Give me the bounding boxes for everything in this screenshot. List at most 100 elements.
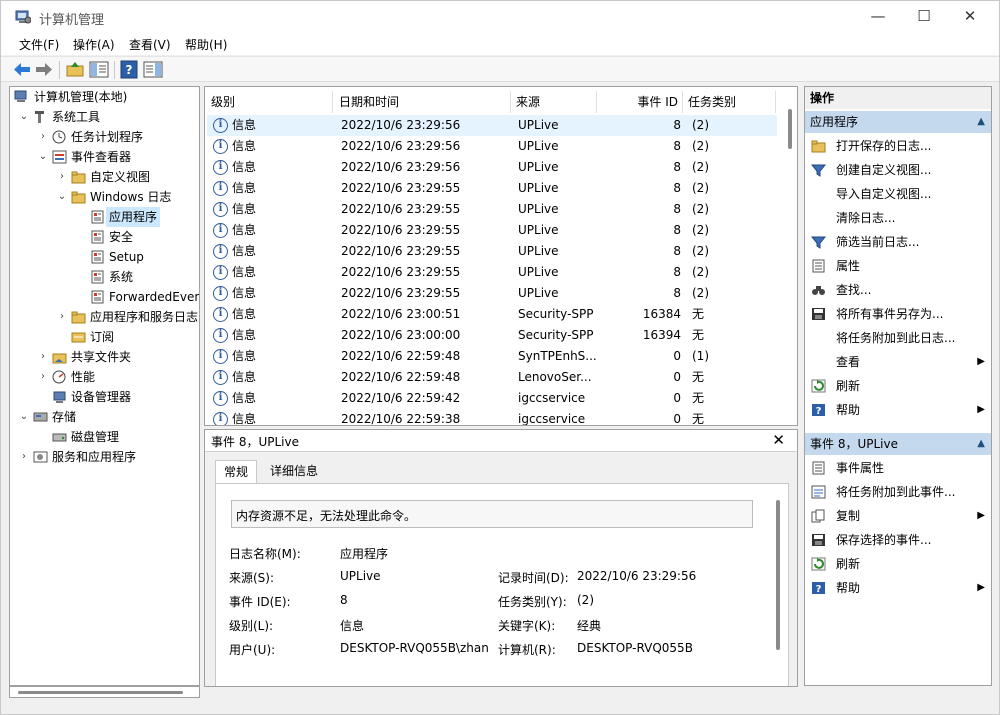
- info-icon: i: [213, 349, 228, 364]
- tab-general[interactable]: 常规: [215, 460, 258, 484]
- row-event-id: 8: [673, 265, 681, 279]
- action-item[interactable]: 复制 ▶: [805, 504, 991, 528]
- table-row[interactable]: i 信息 2022/10/6 23:29:55 UPLive 8 (2): [207, 199, 777, 220]
- actions-group-event[interactable]: 事件 8，UPLive ▲: [805, 433, 991, 455]
- show-hide-action-pane-icon[interactable]: [143, 60, 163, 79]
- table-row[interactable]: i 信息 2022/10/6 22:59:48 SynTPEnhS... 0 (1): [207, 346, 777, 367]
- action-item[interactable]: 查看 ▶: [805, 350, 991, 374]
- action-item[interactable]: ? 帮助 ▶: [805, 576, 991, 600]
- table-row[interactable]: i 信息 2022/10/6 22:59:42 igccservice 0 无: [207, 388, 777, 409]
- properties-icon: [812, 461, 825, 475]
- tree-expander-icon[interactable]: ›: [56, 167, 68, 187]
- tree-expander-icon[interactable]: ⌄: [56, 187, 68, 207]
- table-row[interactable]: i 信息 2022/10/6 23:29:56 UPLive 8 (2): [207, 115, 777, 136]
- toolbar-separator: [114, 61, 115, 79]
- event-list-scrollbar[interactable]: [783, 87, 797, 425]
- action-item[interactable]: 将任务附加到此事件...: [805, 480, 991, 504]
- tree-expander-icon[interactable]: ›: [37, 127, 49, 147]
- action-item[interactable]: 清除日志...: [805, 206, 991, 230]
- action-item[interactable]: 查找...: [805, 278, 991, 302]
- keywords-value: 经典: [577, 619, 602, 633]
- menu-help[interactable]: 帮助(H): [185, 36, 227, 53]
- action-item[interactable]: 打开保存的日志...: [805, 134, 991, 158]
- help-icon[interactable]: ?: [119, 60, 139, 79]
- action-item[interactable]: 保存选择的事件...: [805, 528, 991, 552]
- action-item[interactable]: ? 帮助 ▶: [805, 398, 991, 422]
- tab-details[interactable]: 详细信息: [262, 460, 326, 484]
- row-datetime: 2022/10/6 23:29:55: [341, 202, 461, 216]
- table-row[interactable]: i 信息 2022/10/6 23:00:00 Security-SPP 16394 无: [207, 325, 777, 346]
- collapse-icon[interactable]: ▲: [977, 433, 985, 455]
- menu-view[interactable]: 查看(V): [129, 36, 171, 53]
- detail-scrollbar[interactable]: [776, 500, 780, 650]
- tree-expander-icon[interactable]: ›: [37, 367, 49, 387]
- action-item[interactable]: 刷新: [805, 374, 991, 398]
- tree-expander-icon[interactable]: ⌄: [18, 407, 30, 427]
- save-icon: [812, 534, 825, 546]
- filter-icon: [811, 164, 826, 177]
- show-hide-console-tree-icon[interactable]: [89, 60, 109, 79]
- action-item[interactable]: 导入自定义视图...: [805, 182, 991, 206]
- info-icon: i: [213, 286, 228, 301]
- back-arrow-icon[interactable]: [12, 60, 32, 79]
- actions-group-application[interactable]: 应用程序 ▲: [805, 111, 991, 133]
- action-item[interactable]: 筛选当前日志...: [805, 230, 991, 254]
- column-event-id[interactable]: 事件 ID: [598, 91, 683, 113]
- action-item-label: 打开保存的日志...: [836, 139, 932, 153]
- collapse-icon[interactable]: ▲: [977, 111, 985, 133]
- tree-horizontal-scrollbar[interactable]: [9, 686, 200, 698]
- table-row[interactable]: i 信息 2022/10/6 23:29:55 UPLive 8 (2): [207, 283, 777, 304]
- action-item[interactable]: 刷新: [805, 552, 991, 576]
- row-level: 信息: [232, 118, 257, 132]
- action-item-label: 创建自定义视图...: [836, 163, 932, 177]
- close-button[interactable]: ✕: [947, 1, 993, 33]
- tree-expander-icon[interactable]: ⌄: [18, 107, 30, 127]
- tree-expander-icon[interactable]: ›: [18, 447, 30, 467]
- row-datetime: 2022/10/6 22:59:38: [341, 412, 461, 426]
- column-source[interactable]: 来源: [512, 91, 597, 113]
- tree-item-label: Windows 日志: [90, 190, 172, 204]
- row-source: UPLive: [518, 118, 559, 132]
- svg-text:?: ?: [126, 63, 133, 77]
- row-datetime: 2022/10/6 23:29:55: [341, 244, 461, 258]
- tree-expander-icon[interactable]: ›: [37, 347, 49, 367]
- action-item[interactable]: 创建自定义视图...: [805, 158, 991, 182]
- row-event-id: 8: [673, 181, 681, 195]
- maximize-button[interactable]: ☐: [901, 1, 947, 33]
- table-row[interactable]: i 信息 2022/10/6 23:29:56 UPLive 8 (2): [207, 157, 777, 178]
- table-row[interactable]: i 信息 2022/10/6 22:59:38 igccservice 0 无: [207, 409, 777, 426]
- row-datetime: 2022/10/6 23:00:51: [341, 307, 461, 321]
- menu-file[interactable]: 文件(F): [19, 36, 59, 53]
- tree-expander-icon[interactable]: ›: [56, 307, 68, 327]
- column-level[interactable]: 级别: [207, 91, 333, 113]
- column-datetime[interactable]: 日期和时间: [335, 91, 511, 113]
- row-task-category: (2): [692, 265, 709, 279]
- detail-title-bar: 事件 8，UPLive ✕: [205, 430, 797, 452]
- minimize-button[interactable]: —: [855, 1, 901, 33]
- user-label: 用户(U):: [229, 643, 276, 657]
- table-row[interactable]: i 信息 2022/10/6 23:29:55 UPLive 8 (2): [207, 178, 777, 199]
- row-task-category: 无: [692, 328, 705, 342]
- action-item[interactable]: 将所有事件另存为...: [805, 302, 991, 326]
- actions-header: 操作: [805, 87, 991, 109]
- folder-open-icon: [811, 140, 826, 153]
- action-item[interactable]: 事件属性: [805, 456, 991, 480]
- action-item-label: 复制: [836, 509, 861, 523]
- forward-arrow-icon[interactable]: [34, 60, 54, 79]
- column-task-category[interactable]: 任务类别: [684, 91, 776, 113]
- table-row[interactable]: i 信息 2022/10/6 23:29:55 UPLive 8 (2): [207, 220, 777, 241]
- table-row[interactable]: i 信息 2022/10/6 23:00:51 Security-SPP 16384 无: [207, 304, 777, 325]
- action-item[interactable]: 属性: [805, 254, 991, 278]
- table-row[interactable]: i 信息 2022/10/6 23:29:56 UPLive 8 (2): [207, 136, 777, 157]
- table-row[interactable]: i 信息 2022/10/6 22:59:48 LenovoSer... 0 无: [207, 367, 777, 388]
- up-folder-icon[interactable]: [65, 60, 85, 79]
- title-bar: 计算机管理 — ☐ ✕: [1, 1, 999, 33]
- menu-action[interactable]: 操作(A): [73, 36, 115, 53]
- table-row[interactable]: i 信息 2022/10/6 23:29:55 UPLive 8 (2): [207, 262, 777, 283]
- table-row[interactable]: i 信息 2022/10/6 23:29:55 UPLive 8 (2): [207, 241, 777, 262]
- tree-expander-icon[interactable]: ⌄: [37, 147, 49, 167]
- computer-management-icon: [14, 90, 27, 102]
- detail-close-icon[interactable]: ✕: [772, 431, 785, 449]
- action-item[interactable]: 将任务附加到此日志...: [805, 326, 991, 350]
- event-list: 级别 日期和时间 来源 事件 ID 任务类别 i 信息 2022/10/6 23:2…: [204, 86, 798, 426]
